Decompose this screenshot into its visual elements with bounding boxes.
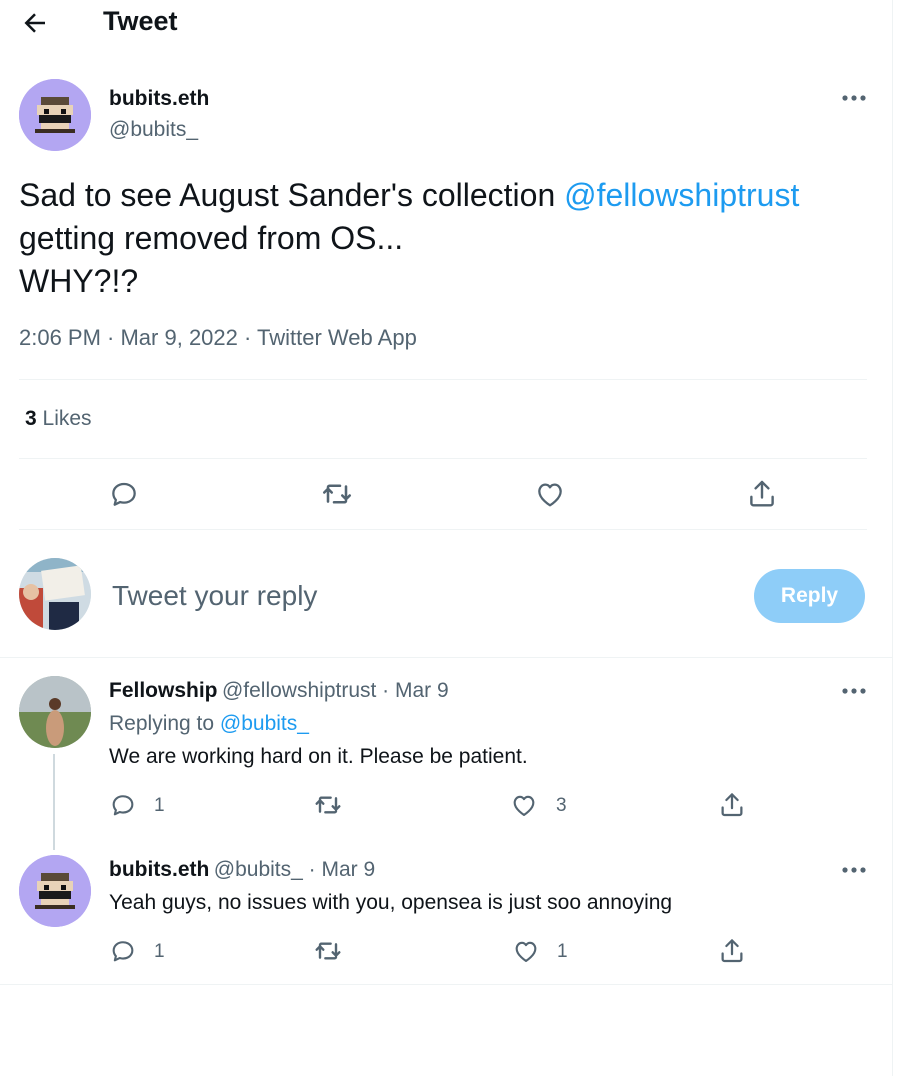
divider <box>19 529 867 530</box>
share-icon[interactable] <box>717 936 747 966</box>
reply-icon[interactable] <box>109 937 137 965</box>
replying-to: Replying to @bubits_ <box>109 712 309 736</box>
like-count: 1 <box>557 941 568 962</box>
author-handle[interactable]: @bubits_ <box>109 118 198 142</box>
page-title: Tweet <box>103 6 178 36</box>
reply-text: Yeah guys, no issues with you, opensea i… <box>109 891 673 914</box>
reply-count: 1 <box>154 795 165 816</box>
divider <box>19 458 867 459</box>
tweet-text: Sad to see August Sander's collection @f… <box>19 174 879 303</box>
divider <box>0 984 893 985</box>
avatar[interactable] <box>19 79 91 151</box>
reply-author-handle[interactable]: @bubits_ <box>214 858 303 881</box>
more-dots-icon[interactable] <box>839 93 869 103</box>
like-count: 3 <box>556 795 567 816</box>
retweet-icon[interactable] <box>319 476 355 512</box>
reply-header: bubits.eth @bubits_ · Mar 9 <box>109 858 375 882</box>
tweet-column: Tweet bubits.eth @bubits_ Sad to see Aug… <box>0 0 893 1076</box>
reply-date[interactable]: · Mar 9 <box>303 858 376 881</box>
likes-stat[interactable]: 3 Likes <box>25 407 92 431</box>
reply-input[interactable]: Tweet your reply <box>112 580 317 612</box>
replying-to-label: Replying to <box>109 712 220 735</box>
likes-label: Likes <box>36 407 92 430</box>
back-arrow-icon[interactable] <box>20 8 50 38</box>
divider <box>19 379 867 380</box>
share-icon[interactable] <box>745 477 779 511</box>
share-icon[interactable] <box>717 790 747 820</box>
retweet-icon[interactable] <box>312 935 344 967</box>
tweet-text-line2: getting removed from OS... <box>19 220 404 256</box>
tweet-text-part: Sad to see August Sander's collection <box>19 177 565 213</box>
pixel-avatar-icon <box>19 79 91 151</box>
reply-text: We are working hard on it. Please be pat… <box>109 745 528 768</box>
like-heart-icon[interactable] <box>534 478 566 510</box>
reply-avatar[interactable] <box>19 676 91 748</box>
reply-icon[interactable] <box>108 478 140 510</box>
more-dots-icon[interactable] <box>839 865 869 875</box>
tweet-meta: 2:06 PM · Mar 9, 2022 · Twitter Web App <box>19 325 417 350</box>
like-heart-icon[interactable] <box>512 937 540 965</box>
reply-avatar[interactable] <box>19 855 91 927</box>
divider <box>0 657 893 658</box>
thread-line <box>53 754 55 850</box>
replying-to-mention[interactable]: @bubits_ <box>220 712 309 735</box>
photo-avatar-icon <box>19 676 91 748</box>
more-dots-icon[interactable] <box>839 686 869 696</box>
retweet-icon[interactable] <box>312 789 344 821</box>
reply-author-name[interactable]: Fellowship <box>109 679 218 702</box>
reply-button[interactable]: Reply <box>754 569 865 623</box>
mention-link[interactable]: @fellowshiptrust <box>564 177 799 213</box>
reply-icon[interactable] <box>109 791 137 819</box>
reply-author-name[interactable]: bubits.eth <box>109 858 209 881</box>
reply-author-handle[interactable]: @fellowshiptrust <box>222 679 376 702</box>
author-name[interactable]: bubits.eth <box>109 87 209 111</box>
my-avatar[interactable] <box>19 558 91 630</box>
tweet-text-line3: WHY?!? <box>19 263 139 299</box>
reply-date[interactable]: · Mar 9 <box>376 679 449 702</box>
pixel-avatar-icon <box>19 855 91 927</box>
likes-count: 3 <box>25 407 37 430</box>
reply-count: 1 <box>154 941 165 962</box>
like-heart-icon[interactable] <box>510 791 538 819</box>
reply-header: Fellowship @fellowshiptrust · Mar 9 <box>109 679 449 703</box>
photo-avatar-icon <box>19 558 91 630</box>
